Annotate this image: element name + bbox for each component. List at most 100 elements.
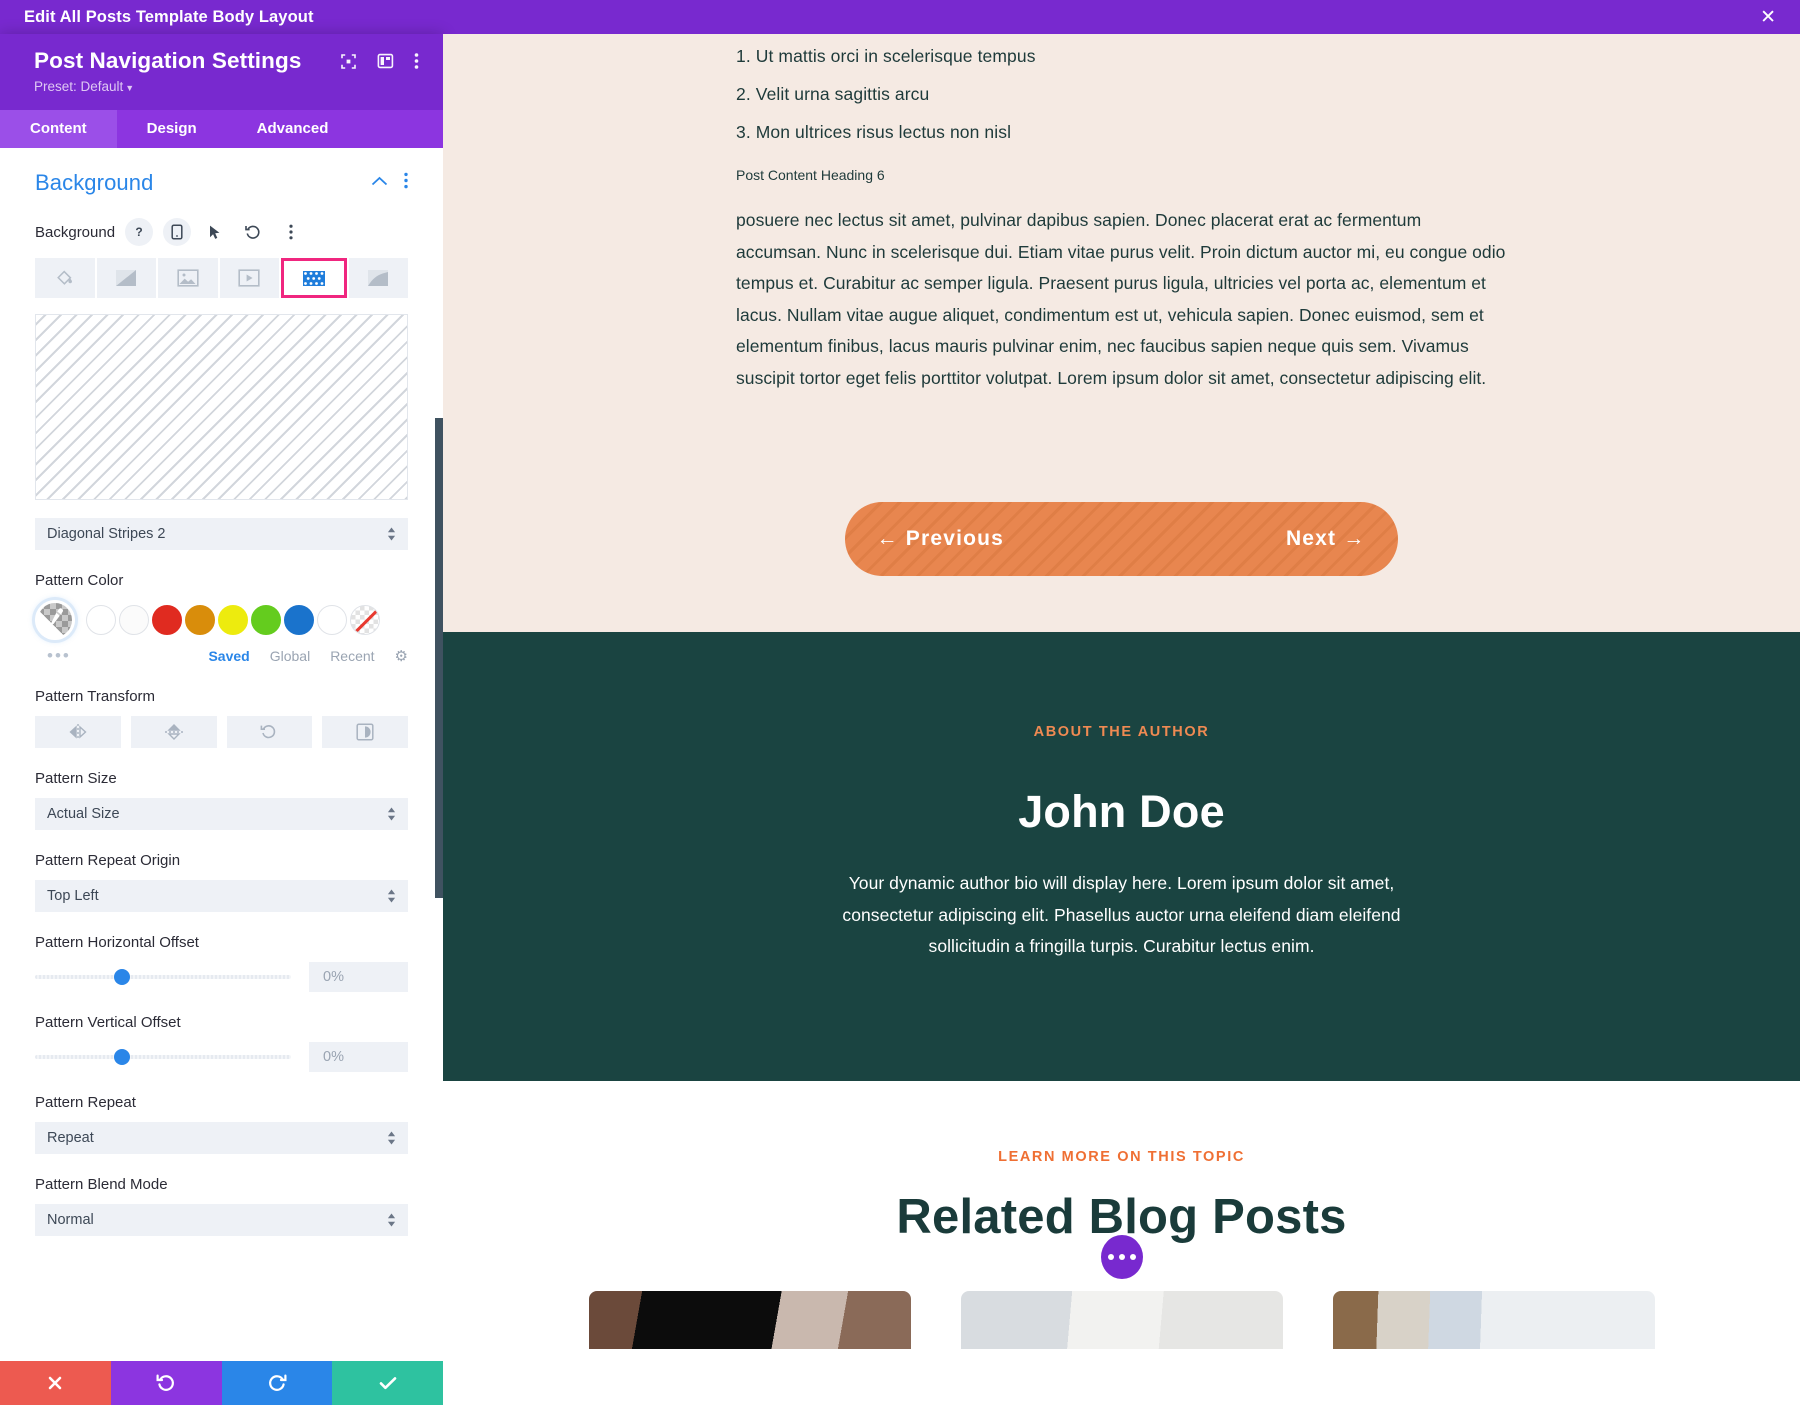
panel-title: Post Navigation Settings — [34, 48, 340, 74]
swatch-transparent[interactable] — [350, 605, 380, 635]
related-post-card[interactable] — [1333, 1291, 1655, 1349]
chevron-down-icon: ▼ — [125, 83, 134, 93]
panel-header-icons — [340, 52, 423, 70]
tab-design[interactable]: Design — [117, 110, 227, 148]
pattern-blend-mode-label: Pattern Blend Mode — [35, 1176, 408, 1193]
dot — [1119, 1254, 1125, 1260]
pattern-vertical-offset-input[interactable]: 0% — [309, 1042, 408, 1072]
tab-advanced[interactable]: Advanced — [227, 110, 359, 148]
background-type-selector — [35, 258, 408, 298]
reset-icon[interactable] — [239, 218, 267, 246]
pattern-transform-label: Pattern Transform — [35, 688, 408, 705]
swatch-white-1[interactable] — [86, 605, 116, 635]
pattern-vertical-offset-label: Pattern Vertical Offset — [35, 1014, 408, 1031]
color-tab-recent[interactable]: Recent — [330, 648, 374, 664]
pattern-blend-mode-select[interactable]: Normal — [35, 1204, 408, 1236]
pattern-vertical-offset-slider[interactable] — [35, 1055, 291, 1059]
cancel-button[interactable] — [0, 1361, 111, 1405]
close-icon[interactable]: ✕ — [1754, 6, 1782, 29]
panel-scrollbar-thumb[interactable] — [435, 418, 443, 898]
pattern-horizontal-offset-slider[interactable] — [35, 975, 291, 979]
panel-tabs: Content Design Advanced — [0, 110, 443, 148]
related-posts-section: LEARN MORE ON THIS TOPIC Related Blog Po… — [443, 1081, 1800, 1349]
next-post-link[interactable]: Next → — [1286, 527, 1366, 551]
pattern-icon[interactable] — [281, 258, 347, 298]
layout-columns-icon[interactable] — [377, 53, 394, 69]
swatch-orange[interactable] — [185, 605, 215, 635]
cursor-icon[interactable] — [201, 218, 229, 246]
background-kebab-menu-icon[interactable] — [277, 218, 305, 246]
post-body-paragraph: posuere nec lectus sit amet, pulvinar da… — [736, 205, 1506, 394]
stepper-arrows-icon — [387, 1214, 396, 1227]
pattern-size-select[interactable]: Actual Size — [35, 798, 408, 830]
svg-text:?: ? — [135, 225, 142, 239]
video-icon[interactable] — [220, 258, 280, 298]
pattern-transform-buttons — [35, 716, 408, 748]
pattern-color-label: Pattern Color — [35, 572, 408, 589]
ellipsis-icon[interactable] — [1101, 1235, 1143, 1279]
pattern-repeat-origin-select[interactable]: Top Left — [35, 880, 408, 912]
save-button[interactable] — [332, 1361, 443, 1405]
rotate-icon[interactable] — [227, 716, 313, 748]
pattern-horizontal-offset-input[interactable]: 0% — [309, 962, 408, 992]
post-navigation-module: ← Previous Next → — [736, 502, 1506, 576]
author-eyebrow: ABOUT THE AUTHOR — [443, 724, 1800, 740]
stepper-arrows-icon — [387, 528, 396, 541]
pattern-repeat-origin-value: Top Left — [47, 888, 99, 904]
color-fill-icon[interactable] — [35, 258, 95, 298]
slider-thumb[interactable] — [114, 969, 130, 985]
help-icon[interactable]: ? — [125, 218, 153, 246]
background-section-header: Background — [35, 170, 408, 196]
gradient-icon[interactable] — [97, 258, 157, 298]
undo-button[interactable] — [111, 1361, 222, 1405]
color-tab-saved[interactable]: Saved — [208, 648, 249, 664]
more-colors-icon[interactable]: ••• — [35, 646, 71, 666]
swatch-yellow[interactable] — [218, 605, 248, 635]
pattern-repeat-origin-label: Pattern Repeat Origin — [35, 852, 408, 869]
swatch-red[interactable] — [152, 605, 182, 635]
image-icon[interactable] — [158, 258, 218, 298]
gear-icon[interactable]: ⚙ — [395, 647, 408, 665]
related-posts-grid — [443, 1291, 1800, 1349]
related-post-card[interactable] — [589, 1291, 911, 1349]
post-navigation-bar[interactable]: ← Previous Next → — [845, 502, 1398, 576]
pattern-repeat-select[interactable]: Repeat — [35, 1122, 408, 1154]
previous-post-link[interactable]: ← Previous — [877, 527, 1005, 551]
section-kebab-menu-icon[interactable] — [404, 172, 408, 194]
pattern-size-value: Actual Size — [47, 806, 120, 822]
post-ordered-list: 1. Ut mattis orci in scelerisque tempus … — [736, 46, 1506, 143]
panel-scroll-area: Background Background — [0, 148, 443, 1250]
mask-icon[interactable] — [349, 258, 409, 298]
pattern-size-label: Pattern Size — [35, 770, 408, 787]
fullscreen-icon[interactable] — [340, 53, 357, 70]
author-bio: Your dynamic author bio will display her… — [812, 868, 1432, 963]
color-picker-swatch[interactable] — [35, 600, 75, 640]
swatch-blue[interactable] — [284, 605, 314, 635]
pattern-style-select[interactable]: Diagonal Stripes 2 — [35, 518, 408, 550]
pattern-blend-mode-value: Normal — [47, 1212, 94, 1228]
color-tab-global[interactable]: Global — [270, 648, 310, 664]
related-post-card[interactable] — [961, 1291, 1283, 1349]
chevron-up-icon[interactable] — [371, 174, 388, 192]
list-item: 3. Mon ultrices risus lectus non nisl — [736, 122, 1506, 143]
panel-header: Post Navigation Settings — [0, 34, 443, 110]
pattern-color-footer: ••• Saved Global Recent ⚙ — [35, 646, 408, 666]
pattern-repeat-value: Repeat — [47, 1130, 94, 1146]
swatch-green[interactable] — [251, 605, 281, 635]
swatch-white-2[interactable] — [119, 605, 149, 635]
flip-vertical-icon[interactable] — [131, 716, 217, 748]
related-eyebrow: LEARN MORE ON THIS TOPIC — [443, 1149, 1800, 1165]
invert-icon[interactable] — [322, 716, 408, 748]
redo-button[interactable] — [222, 1361, 333, 1405]
swatch-white-3[interactable] — [317, 605, 347, 635]
tab-content[interactable]: Content — [0, 110, 117, 148]
panel-scrollbar[interactable] — [435, 148, 443, 1361]
slider-thumb[interactable] — [114, 1049, 130, 1065]
flip-horizontal-icon[interactable] — [35, 716, 121, 748]
post-content-section: 1. Ut mattis orci in scelerisque tempus … — [443, 34, 1800, 632]
kebab-menu-icon[interactable] — [414, 52, 419, 70]
mobile-icon[interactable] — [163, 218, 191, 246]
panel-action-bar — [0, 1361, 443, 1405]
preset-selector[interactable]: Preset: Default▼ — [34, 79, 423, 94]
pattern-repeat-label: Pattern Repeat — [35, 1094, 408, 1111]
